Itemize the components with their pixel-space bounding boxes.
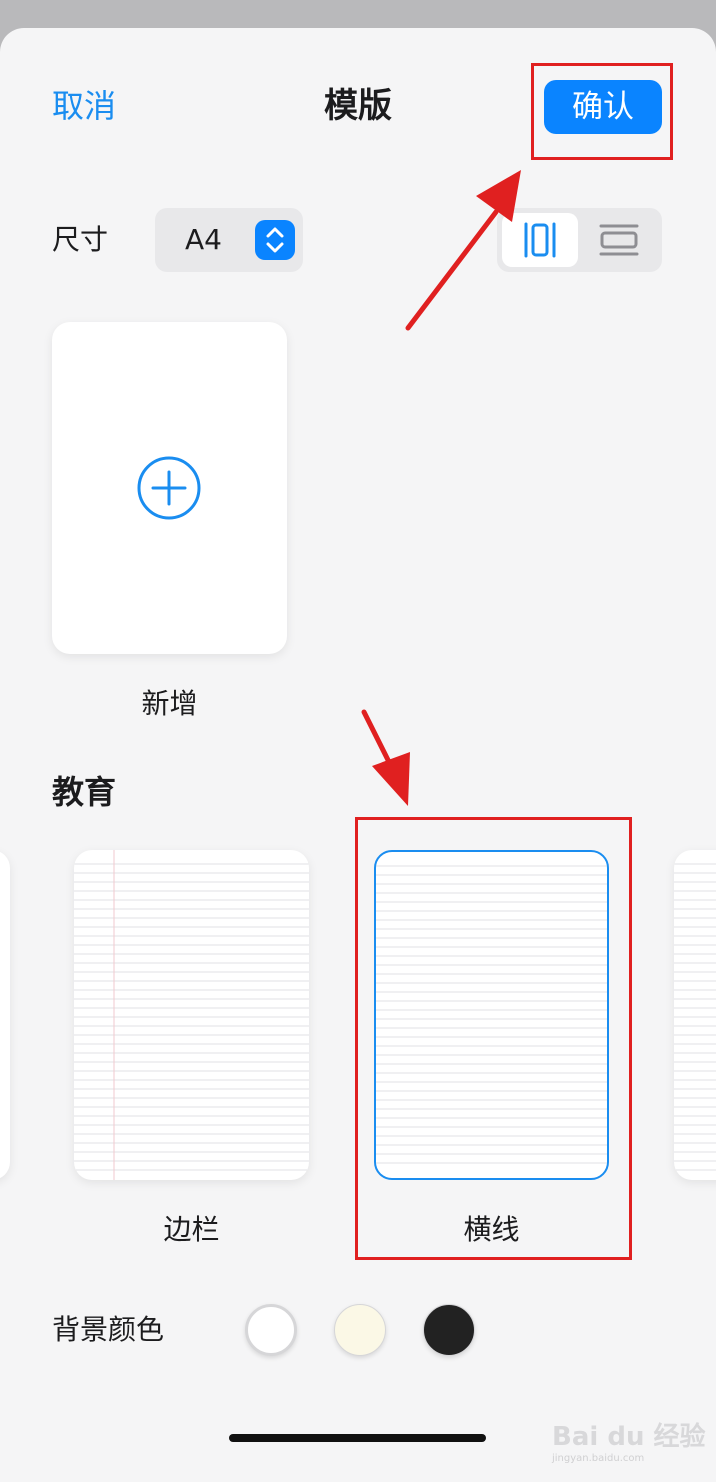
annotation-arrows	[361, 170, 521, 806]
arrow-to-lined	[361, 709, 410, 806]
arrow-to-confirm	[405, 170, 521, 331]
